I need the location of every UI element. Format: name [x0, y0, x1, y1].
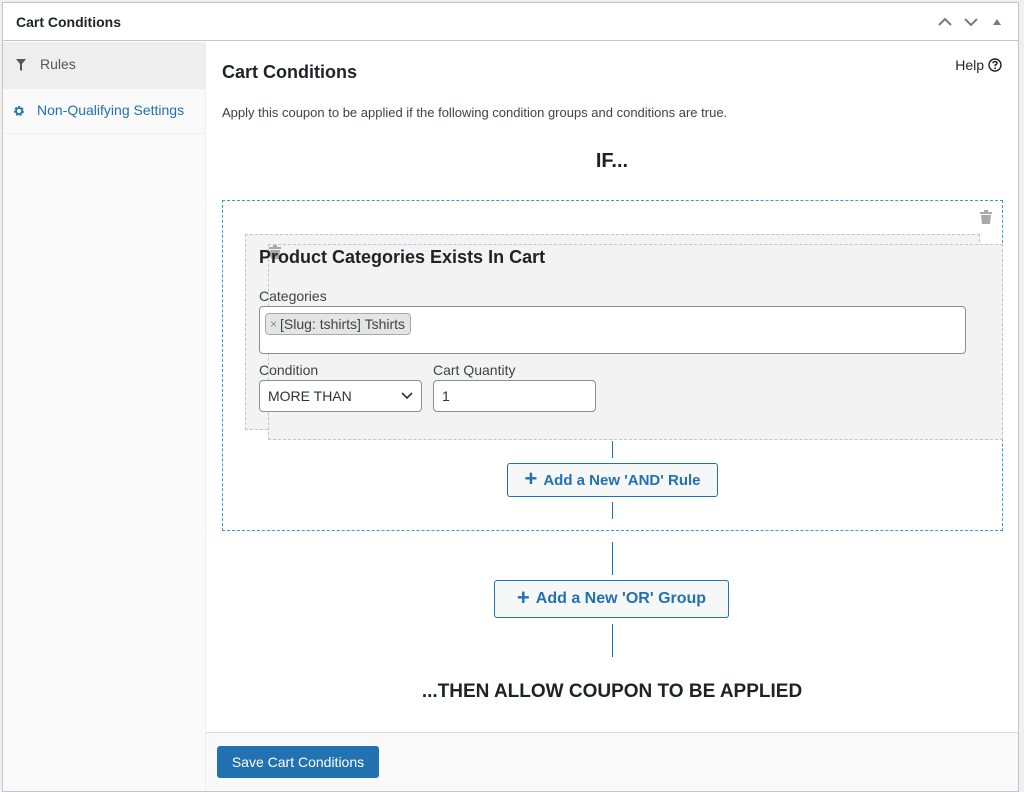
panel-description: Apply this coupon to be applied if the f…	[222, 105, 728, 120]
side-tabs: Rules Non-Qualifying Settings	[3, 42, 206, 791]
add-or-group-button[interactable]: + Add a New 'OR' Group	[494, 580, 729, 618]
filter-icon	[16, 55, 32, 77]
tab-non-qualifying-settings[interactable]: Non-Qualifying Settings	[3, 89, 205, 134]
plus-icon: +	[516, 585, 530, 610]
categories-label: Categories	[259, 288, 327, 304]
triangle-up-icon	[993, 18, 1001, 25]
cart-conditions-metabox: Cart Conditions Rules Non-Qualifying Set…	[2, 2, 1019, 792]
then-label: ...THEN ALLOW COUPON TO BE APPLIED	[421, 681, 803, 702]
metabox-title: Cart Conditions	[16, 13, 121, 30]
condition-label: Condition	[259, 362, 319, 378]
rule-title: Product Categories Exists In Cart	[259, 247, 546, 267]
panel-footer: Save Cart Conditions	[206, 732, 1018, 791]
question-circle-icon	[988, 58, 1002, 72]
help-label: Help	[955, 57, 984, 73]
connector-line	[612, 502, 613, 519]
toggle-panel-button[interactable]	[984, 7, 1010, 37]
chevron-down-icon	[401, 392, 413, 400]
button-label: Add a New 'OR' Group	[535, 590, 707, 607]
condition-select[interactable]: MORE THAN	[259, 380, 422, 412]
save-cart-conditions-button[interactable]: Save Cart Conditions	[217, 746, 379, 778]
help-link[interactable]: Help	[955, 57, 1002, 73]
panel-title: Cart Conditions	[222, 62, 357, 82]
button-label: Add a New 'AND' Rule	[543, 471, 701, 489]
quantity-label: Cart Quantity	[433, 362, 516, 378]
plus-icon: +	[524, 466, 538, 491]
tab-rules[interactable]: Rules	[3, 42, 205, 89]
remove-chip-icon[interactable]: ×	[270, 317, 277, 331]
gear-icon	[13, 101, 29, 123]
move-down-button[interactable]	[958, 7, 984, 37]
connector-line	[612, 441, 613, 458]
condition-group: Product Categories Exists In Cart Catego…	[222, 200, 1003, 531]
metabox-header: Cart Conditions	[3, 3, 1018, 41]
tab-label: Rules	[40, 56, 76, 72]
category-chip: × [Slug: tshirts] Tshirts	[265, 313, 412, 335]
connector-line	[612, 624, 613, 657]
cart-quantity-input[interactable]	[433, 380, 596, 412]
tab-label: Non-Qualifying Settings	[37, 102, 185, 118]
move-up-button[interactable]	[932, 7, 958, 37]
condition-value: MORE THAN	[268, 388, 352, 404]
trash-icon	[980, 210, 992, 224]
remove-group-button[interactable]	[980, 210, 992, 229]
if-label: IF...	[595, 150, 629, 172]
chip-label: [Slug: tshirts] Tshirts	[280, 316, 406, 332]
metabox-actions	[932, 7, 1010, 37]
condition-rule: Product Categories Exists In Cart Catego…	[245, 234, 1003, 440]
chevron-up-icon	[938, 17, 952, 26]
categories-select[interactable]: × [Slug: tshirts] Tshirts	[259, 306, 966, 354]
metabox-inside: Rules Non-Qualifying Settings Cart Condi…	[3, 42, 1018, 791]
rules-panel: Cart Conditions Help Apply this coupon t…	[206, 42, 1018, 791]
add-and-rule-button[interactable]: + Add a New 'AND' Rule	[507, 463, 718, 497]
chevron-down-icon	[964, 17, 978, 26]
connector-line	[612, 542, 613, 575]
